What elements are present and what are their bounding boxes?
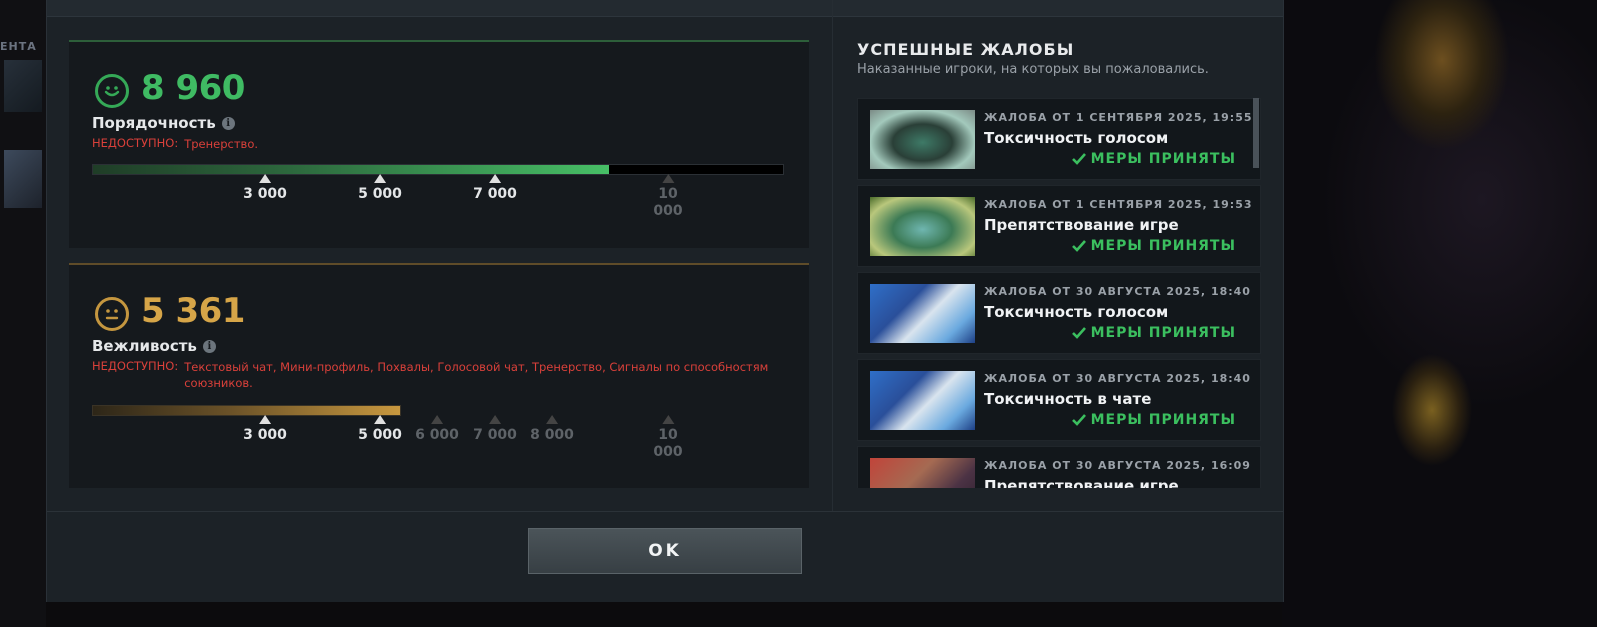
- checkmark-icon: [1071, 414, 1086, 426]
- threshold-marker-icon: [661, 174, 674, 183]
- background-label: ЕНТА: [0, 40, 37, 53]
- politeness-threshold-3000: 3 000: [243, 415, 287, 444]
- threshold-marker-icon: [489, 174, 501, 183]
- report-item[interactable]: ЖАЛОБА ОТ 30 АВГУСТА 2025, 18:40 Токсичн…: [857, 359, 1261, 441]
- threshold-marker-icon: [374, 174, 386, 183]
- report-header: ЖАЛОБА ОТ 30 АВГУСТА 2025, 18:40: [984, 372, 1251, 385]
- threshold-marker-icon: [661, 415, 674, 424]
- info-icon[interactable]: i: [221, 116, 235, 130]
- reports-column: УСПЕШНЫЕ ЖАЛОБЫ Наказанные игроки, на ко…: [832, 0, 1284, 512]
- conduct-score: 8 960: [141, 68, 245, 108]
- conduct-threshold-3000: 3 000: [243, 174, 287, 203]
- report-status: МЕРЫ ПРИНЯТЫ: [1071, 412, 1236, 428]
- politeness-threshold-7000: 7 000: [473, 415, 517, 444]
- threshold-marker-icon: [259, 415, 271, 424]
- report-status-label: МЕРЫ ПРИНЯТЫ: [1090, 412, 1236, 428]
- unavailable-label: НЕДОСТУПНО:: [92, 359, 179, 373]
- hero-portrait: [870, 197, 975, 256]
- threshold-marker-icon: [259, 174, 271, 183]
- politeness-card: 5 361 Вежливость i НЕДОСТУПНО: Текстовый…: [69, 263, 809, 488]
- happy-face-icon: [95, 74, 129, 108]
- threshold-label: 5 000: [358, 427, 402, 443]
- background-thumbnail: [4, 60, 42, 112]
- report-item[interactable]: ЖАЛОБА ОТ 1 СЕНТЯБРЯ 2025, 19:55 Токсичн…: [857, 98, 1261, 180]
- reports-title: УСПЕШНЫЕ ЖАЛОБЫ: [857, 40, 1075, 59]
- behavior-summary-dialog: 8 960 Порядочность i НЕДОСТУПНО: Тренерс…: [46, 0, 1284, 602]
- report-reason: Токсичность в чате: [984, 390, 1152, 408]
- report-item[interactable]: ЖАЛОБА ОТ 30 АВГУСТА 2025, 18:40 Токсичн…: [857, 272, 1261, 354]
- report-status: МЕРЫ ПРИНЯТЫ: [1071, 325, 1236, 341]
- report-header: ЖАЛОБА ОТ 30 АВГУСТА 2025, 18:40: [984, 285, 1251, 298]
- report-reason: Токсичность голосом: [984, 303, 1169, 321]
- hero-portrait: [870, 371, 975, 430]
- background-art: [1282, 0, 1597, 627]
- background-thumbnail: [4, 150, 42, 208]
- unavailable-label: НЕДОСТУПНО:: [92, 136, 179, 150]
- report-status-label: МЕРЫ ПРИНЯТЫ: [1090, 238, 1236, 254]
- unavailable-items: Текстовый чат, Мини-профиль, Похвалы, Го…: [184, 360, 769, 390]
- politeness-score: 5 361: [141, 291, 245, 331]
- conduct-threshold-5000: 5 000: [358, 174, 402, 203]
- reports-list[interactable]: ЖАЛОБА ОТ 1 СЕНТЯБРЯ 2025, 19:55 Токсичн…: [857, 98, 1261, 488]
- threshold-label: 10 000: [653, 427, 683, 460]
- checkmark-icon: [1071, 153, 1086, 165]
- ok-button[interactable]: OK: [528, 528, 802, 574]
- conduct-unavailable: НЕДОСТУПНО: Тренерство.: [92, 136, 774, 152]
- report-header: ЖАЛОБА ОТ 1 СЕНТЯБРЯ 2025, 19:55: [984, 111, 1253, 124]
- threshold-label: 3 000: [243, 427, 287, 443]
- hero-portrait: [870, 284, 975, 343]
- report-item[interactable]: ЖАЛОБА ОТ 1 СЕНТЯБРЯ 2025, 19:53 Препятс…: [857, 185, 1261, 267]
- conduct-progress-fill: [93, 165, 610, 174]
- info-icon[interactable]: i: [202, 339, 216, 353]
- report-status: МЕРЫ ПРИНЯТЫ: [1071, 151, 1236, 167]
- politeness-unavailable: НЕДОСТУПНО: Текстовый чат, Мини-профиль,…: [92, 359, 774, 391]
- background-left-panel: ЕНТА: [0, 0, 46, 627]
- threshold-marker-icon: [374, 415, 386, 424]
- threshold-label: 8 000: [530, 427, 574, 443]
- report-header: ЖАЛОБА ОТ 1 СЕНТЯБРЯ 2025, 19:53: [984, 198, 1253, 211]
- threshold-label: 10 000: [653, 186, 683, 219]
- unavailable-items: Тренерство.: [184, 137, 259, 151]
- report-status: МЕРЫ ПРИНЯТЫ: [1071, 238, 1236, 254]
- report-item[interactable]: ЖАЛОБА ОТ 30 АВГУСТА 2025, 16:09 Препятс…: [857, 446, 1261, 488]
- politeness-title-label: Вежливость: [92, 337, 197, 355]
- conduct-title-label: Порядочность: [92, 114, 216, 132]
- conduct-card: 8 960 Порядочность i НЕДОСТУПНО: Тренерс…: [69, 40, 809, 248]
- hero-portrait: [870, 458, 975, 488]
- threshold-marker-icon: [431, 415, 443, 424]
- report-reason: Препятствование игре: [984, 477, 1179, 488]
- politeness-threshold-6000: 6 000: [415, 415, 459, 444]
- report-reason: Препятствование игре: [984, 216, 1179, 234]
- report-status-label: МЕРЫ ПРИНЯТЫ: [1090, 151, 1236, 167]
- report-header: ЖАЛОБА ОТ 30 АВГУСТА 2025, 16:09: [984, 459, 1251, 472]
- threshold-marker-icon: [489, 415, 501, 424]
- threshold-label: 7 000: [473, 186, 517, 202]
- footer-divider: [47, 511, 1283, 512]
- politeness-threshold-10000: 10 000: [653, 415, 683, 461]
- reports-subtitle: Наказанные игроки, на которых вы пожалов…: [857, 62, 1209, 77]
- conduct-threshold-10000: 10 000: [653, 174, 683, 220]
- politeness-threshold-8000: 8 000: [530, 415, 574, 444]
- threshold-label: 6 000: [415, 427, 459, 443]
- neutral-face-icon: [95, 297, 129, 331]
- report-reason: Токсичность голосом: [984, 129, 1169, 147]
- threshold-label: 3 000: [243, 186, 287, 202]
- checkmark-icon: [1071, 327, 1086, 339]
- report-status-label: МЕРЫ ПРИНЯТЫ: [1090, 325, 1236, 341]
- threshold-label: 7 000: [473, 427, 517, 443]
- hero-portrait: [870, 110, 975, 169]
- conduct-title: Порядочность i: [92, 114, 235, 132]
- conduct-threshold-7000: 7 000: [473, 174, 517, 203]
- threshold-marker-icon: [546, 415, 558, 424]
- threshold-label: 5 000: [358, 186, 402, 202]
- politeness-threshold-5000: 5 000: [358, 415, 402, 444]
- checkmark-icon: [1071, 240, 1086, 252]
- reports-scrollbar[interactable]: [1253, 98, 1259, 168]
- politeness-title: Вежливость i: [92, 337, 216, 355]
